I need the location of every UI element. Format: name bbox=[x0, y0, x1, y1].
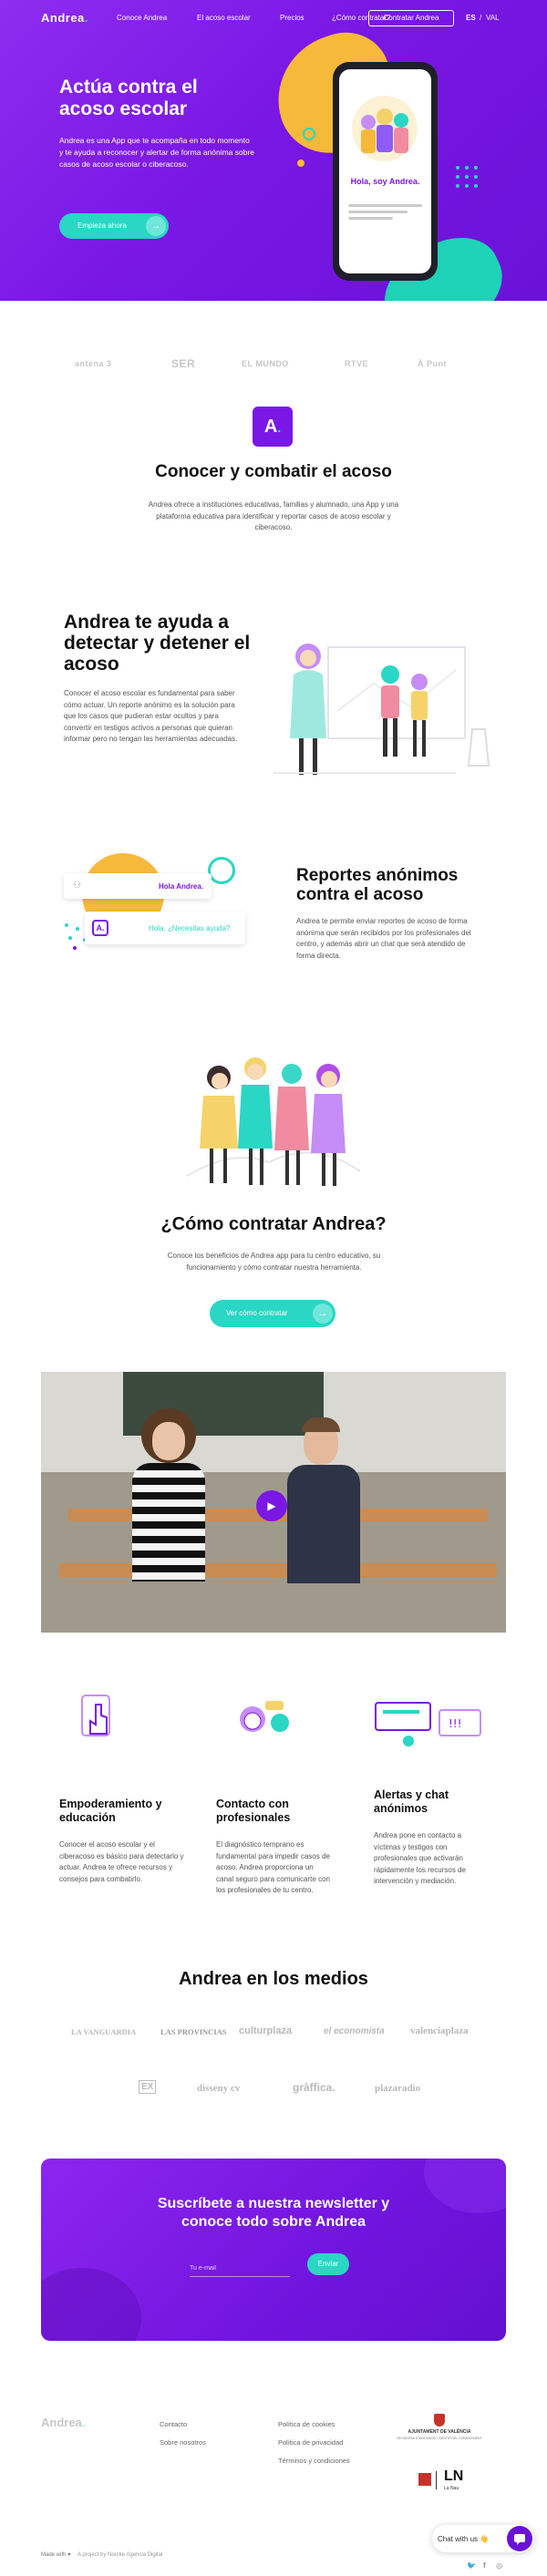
button-label: Ver cómo contratar bbox=[226, 1309, 288, 1317]
media-logo: gràffica. bbox=[293, 2081, 335, 2094]
lang-separator: / bbox=[480, 14, 482, 22]
chat-bubble-text: Hola Andrea. bbox=[159, 882, 204, 891]
footer-link-contacto[interactable]: Contacto bbox=[160, 2420, 187, 2428]
footer-link-sobre-nosotros[interactable]: Sobre nosotros bbox=[160, 2438, 206, 2447]
partner-logo: antena 3 bbox=[75, 359, 112, 368]
detect-title: Andrea te ayuda a detectar y detener el … bbox=[64, 612, 251, 675]
ver-como-contratar-button[interactable]: Ver cómo contratar → bbox=[210, 1300, 335, 1327]
logo-divider bbox=[436, 2471, 437, 2489]
students-group-illustration bbox=[186, 1057, 361, 1186]
feature-title: Alertas y chat anónimos bbox=[374, 1788, 449, 1815]
feature-title: Contacto con profesionales bbox=[216, 1798, 291, 1824]
logo[interactable]: Andrea. bbox=[41, 11, 88, 25]
person-shirt bbox=[287, 1465, 360, 1583]
media-logo: EX bbox=[139, 2080, 157, 2094]
decorative-ring bbox=[303, 128, 315, 140]
media-logo: LAS PROVINCIAS bbox=[160, 2027, 227, 2036]
decorative-dot bbox=[297, 160, 304, 167]
footer-link-cookies[interactable]: Política de cookies bbox=[278, 2420, 335, 2428]
partner-logo: SER bbox=[171, 357, 196, 370]
ajuntament-logo-text: AJUNTAMENT DE VALÈNCIA bbox=[408, 2429, 471, 2435]
desk bbox=[59, 1563, 497, 1578]
made-with-text: Made with ♥ bbox=[41, 2552, 71, 2558]
person-striped-shirt bbox=[132, 1463, 205, 1582]
reports-title: Reportes anónimos contra el acoso bbox=[296, 866, 459, 904]
app-badge-icon: A. bbox=[253, 407, 293, 447]
lang-es[interactable]: ES bbox=[466, 14, 476, 22]
newsletter-section bbox=[41, 2159, 506, 2341]
project-credit[interactable]: A project by Norcke Agencia Digital bbox=[77, 2552, 162, 2558]
empieza-ahora-button[interactable]: Empieza ahora → bbox=[59, 213, 169, 239]
nav-link-acoso-escolar[interactable]: El acoso escolar bbox=[197, 14, 251, 22]
intro-text: Andrea ofrece a instituciones educativas… bbox=[148, 500, 399, 531]
footer-logo[interactable]: Andrea. bbox=[41, 2416, 85, 2429]
feature-text: El diagnóstico temprano es fundamental p… bbox=[216, 1840, 330, 1894]
newsletter-title: Suscríbete a nuestra newsletter y conoce… bbox=[157, 2196, 390, 2230]
intro-title: Conocer y combatir el acoso bbox=[155, 462, 392, 481]
detect-text: Conocer el acoso escolar es fundamental … bbox=[64, 689, 238, 743]
hero-title: Actúa contra el acoso escolar bbox=[59, 77, 198, 119]
media-logo: el economista bbox=[324, 2026, 385, 2036]
instagram-icon[interactable]: ◎ bbox=[496, 2561, 502, 2570]
media-logo: disseny cv bbox=[197, 2083, 241, 2094]
decorative-blob bbox=[424, 2159, 506, 2213]
media-logo: LA VANGUARDIA bbox=[71, 2027, 137, 2036]
phone-placeholder-text bbox=[348, 204, 422, 224]
chat-alerts-icon: !!! bbox=[375, 1702, 481, 1747]
feature-text: Andrea pone en contacto a víctimas y tes… bbox=[374, 1831, 466, 1885]
media-logo: valenciaplaza bbox=[410, 2025, 469, 2036]
reports-text: Andrea te permite enviar reportes de aco… bbox=[296, 917, 471, 960]
facebook-icon[interactable]: f bbox=[483, 2561, 486, 2570]
media-logo: culturplaza bbox=[239, 2025, 293, 2036]
la-nau-logo-text: La Nau bbox=[444, 2486, 459, 2491]
person-face bbox=[152, 1422, 185, 1460]
hand-tap-icon bbox=[81, 1695, 110, 1736]
newsletter-submit-button[interactable]: Enviar bbox=[307, 2253, 349, 2275]
arrow-right-icon: → bbox=[313, 1303, 333, 1324]
person-hair bbox=[302, 1417, 340, 1432]
students-illustration bbox=[352, 96, 418, 161]
newsletter-email-input[interactable] bbox=[190, 2261, 290, 2277]
phone-greeting: Hola, soy Andrea. bbox=[350, 177, 420, 186]
decorative-ring bbox=[208, 857, 235, 884]
lang-val[interactable]: VAL bbox=[486, 14, 500, 22]
partner-logo: RTVE bbox=[345, 359, 369, 368]
footer-link-privacidad[interactable]: Política de privacidad bbox=[278, 2438, 343, 2447]
chat-bubble-user: ⚇ Hola Andrea. bbox=[64, 873, 212, 899]
media-title: Andrea en los medios bbox=[179, 1969, 368, 1989]
play-icon[interactable]: ▶ bbox=[256, 1490, 287, 1521]
twitter-icon[interactable]: 🐦 bbox=[467, 2561, 476, 2570]
nav-link-precios[interactable]: Precios bbox=[280, 14, 304, 22]
chat-widget-label[interactable]: Chat with us 👋 bbox=[438, 2535, 489, 2543]
hero-text: Andrea es una App que te acompaña en tod… bbox=[59, 136, 255, 169]
partner-logo: À Punt bbox=[418, 359, 447, 368]
phone-screen: Hola, soy Andrea. bbox=[339, 69, 431, 273]
decorative-blob bbox=[41, 2268, 141, 2341]
svg-text:!!!: !!! bbox=[449, 1717, 461, 1730]
top-navigation: Andrea. Conoce Andrea El acoso escolar P… bbox=[0, 0, 547, 36]
ajuntament-logo-subtext: REGIDORIA D'INNOVACIÓ I GESTIÓ DEL CONEI… bbox=[397, 2437, 482, 2440]
feature-text: Conocer el acoso escolar y el ciberacoso… bbox=[59, 1840, 184, 1883]
button-label: Empieza ahora bbox=[77, 222, 127, 230]
chat-bubble-text: Hola. ¿Necesitas ayuda? bbox=[149, 924, 231, 933]
teacher-students-illustration bbox=[274, 644, 490, 775]
media-logo: plazaradio bbox=[375, 2083, 421, 2094]
la-nau-logo: LN bbox=[444, 2468, 464, 2484]
chat-bubble-andrea: A. Hola. ¿Necesitas ayuda? bbox=[85, 912, 245, 944]
arrow-right-icon: → bbox=[146, 216, 166, 236]
hire-text: Conoce los beneficios de Andrea app para… bbox=[167, 1252, 381, 1272]
andrea-avatar-icon: A. bbox=[92, 920, 108, 936]
decorative-dots bbox=[454, 164, 490, 201]
city-logo-icon bbox=[418, 2473, 431, 2486]
contratar-andrea-button[interactable]: Contratar Andrea bbox=[368, 10, 454, 26]
partner-logo: EL MUNDO bbox=[242, 359, 289, 368]
nav-link-conoce-andrea[interactable]: Conoce Andrea bbox=[117, 14, 167, 22]
hire-title: ¿Cómo contratar Andrea? bbox=[160, 1214, 387, 1234]
car-icon: ⚇ bbox=[73, 881, 81, 891]
professionals-icon bbox=[240, 1701, 289, 1732]
chat-icon[interactable] bbox=[507, 2526, 532, 2551]
feature-title: Empoderamiento y educación bbox=[59, 1798, 162, 1824]
valencia-coat-of-arms-icon bbox=[434, 2414, 445, 2427]
footer-link-terminos[interactable]: Términos y condiciones bbox=[278, 2457, 350, 2465]
